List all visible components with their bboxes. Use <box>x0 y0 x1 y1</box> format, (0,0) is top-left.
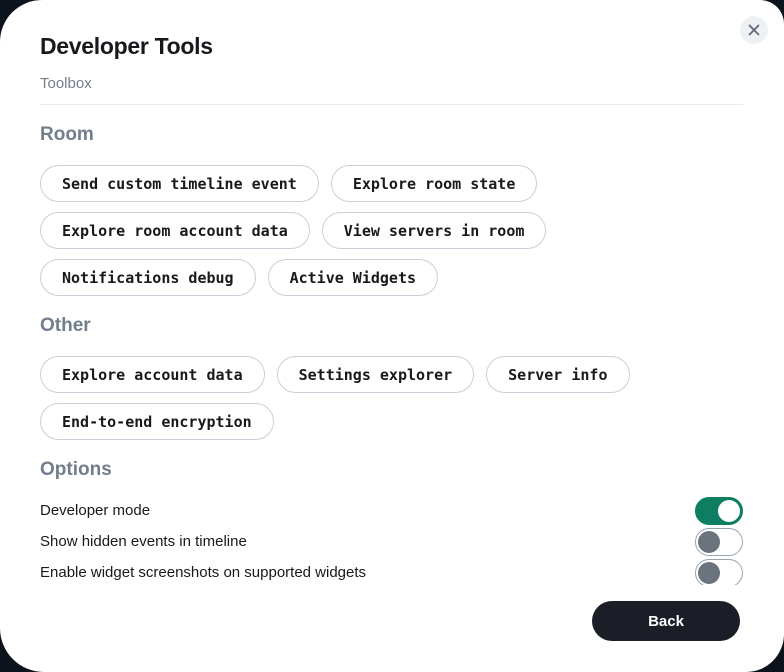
explore-room-account-data-button[interactable]: Explore room account data <box>40 212 310 249</box>
active-widgets-button[interactable]: Active Widgets <box>268 259 438 296</box>
options-list: Developer mode Show hidden events in tim… <box>40 495 743 585</box>
back-button[interactable]: Back <box>592 601 740 641</box>
dialog-footer: Back <box>0 585 784 672</box>
server-info-button[interactable]: Server info <box>486 356 629 393</box>
section-heading-room: Room <box>40 124 743 146</box>
close-icon <box>748 24 760 36</box>
explore-room-state-button[interactable]: Explore room state <box>331 165 538 202</box>
developer-tools-dialog: Developer Tools Toolbox Room Send custom… <box>0 0 784 672</box>
section-heading-other: Other <box>40 315 743 337</box>
close-button[interactable] <box>740 16 768 44</box>
option-row-show-hidden-events: Show hidden events in timeline <box>40 526 743 557</box>
send-custom-timeline-event-button[interactable]: Send custom timeline event <box>40 165 319 202</box>
developer-mode-toggle[interactable] <box>695 497 743 525</box>
option-row-developer-mode: Developer mode <box>40 495 743 526</box>
view-servers-in-room-button[interactable]: View servers in room <box>322 212 547 249</box>
settings-explorer-button[interactable]: Settings explorer <box>277 356 475 393</box>
section-heading-options: Options <box>40 459 743 481</box>
dialog-subtitle: Toolbox <box>40 75 743 105</box>
option-label: Developer mode <box>40 502 150 519</box>
toggle-knob <box>698 531 720 553</box>
widget-screenshots-toggle[interactable] <box>695 559 743 586</box>
room-buttons: Send custom timeline event Explore room … <box>40 165 743 296</box>
toggle-knob <box>698 562 720 584</box>
option-row-widget-screenshots: Enable widget screenshots on supported w… <box>40 557 743 585</box>
explore-account-data-button[interactable]: Explore account data <box>40 356 265 393</box>
toggle-knob <box>718 500 740 522</box>
dialog-content: Room Send custom timeline event Explore … <box>0 105 784 585</box>
end-to-end-encryption-button[interactable]: End-to-end encryption <box>40 403 274 440</box>
show-hidden-events-toggle[interactable] <box>695 528 743 556</box>
option-label: Show hidden events in timeline <box>40 533 247 550</box>
page-title: Developer Tools <box>40 33 743 60</box>
dialog-header: Developer Tools Toolbox <box>0 0 784 105</box>
notifications-debug-button[interactable]: Notifications debug <box>40 259 256 296</box>
option-label: Enable widget screenshots on supported w… <box>40 564 366 581</box>
other-buttons: Explore account data Settings explorer S… <box>40 356 743 440</box>
